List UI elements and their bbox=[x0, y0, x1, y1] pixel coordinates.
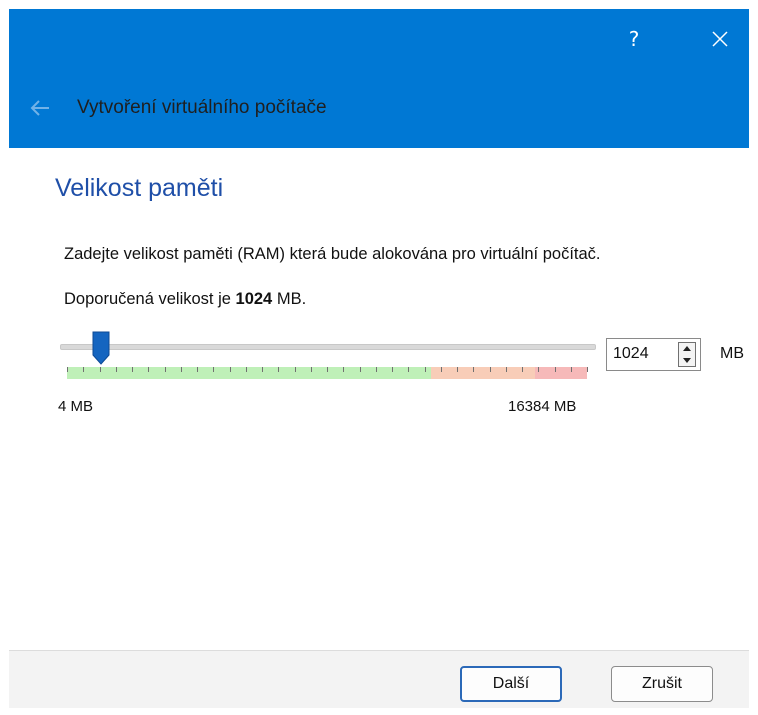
triangle-down-icon bbox=[683, 358, 691, 363]
title-bar: ? Vytvoření virtuálního počítače bbox=[9, 9, 749, 148]
slider-tick bbox=[148, 367, 150, 372]
triangle-up-icon bbox=[683, 346, 691, 351]
back-arrow-icon[interactable] bbox=[27, 95, 53, 121]
slider-tick bbox=[67, 367, 68, 372]
slider-tick bbox=[262, 367, 263, 372]
slider-tick bbox=[473, 367, 475, 372]
slider-tick bbox=[440, 367, 442, 372]
slider-tick bbox=[327, 367, 328, 372]
next-button[interactable]: Další bbox=[460, 666, 562, 702]
slider-tick bbox=[570, 367, 572, 372]
slider-tick bbox=[310, 367, 312, 372]
memory-input[interactable] bbox=[613, 345, 669, 363]
slider-tick bbox=[197, 367, 198, 372]
close-icon bbox=[712, 31, 728, 47]
recommended-prefix: Doporučená velikost je bbox=[64, 290, 231, 308]
slider-tick bbox=[554, 367, 556, 372]
window-title: Vytvoření virtuálního počítače bbox=[77, 97, 327, 118]
slider-tick bbox=[522, 367, 523, 372]
slider-tick bbox=[375, 367, 377, 372]
memory-slider-thumb[interactable] bbox=[91, 331, 111, 366]
slider-tick bbox=[229, 367, 231, 372]
slider-tick bbox=[505, 367, 507, 372]
recommended-suffix: MB. bbox=[276, 290, 307, 308]
memory-unit-label: MB bbox=[720, 345, 744, 362]
slider-tick bbox=[180, 367, 182, 372]
slider-tick bbox=[392, 367, 393, 372]
slider-tick bbox=[489, 367, 491, 372]
description-text: Zadejte velikost paměti (RAM) která bude… bbox=[64, 245, 601, 263]
slider-ticks bbox=[67, 367, 588, 373]
slider-tick bbox=[408, 367, 410, 372]
slider-tick bbox=[164, 367, 166, 372]
slider-tick bbox=[359, 367, 361, 372]
slider-tick bbox=[278, 367, 280, 372]
slider-tick bbox=[343, 367, 345, 372]
slider-tick bbox=[115, 367, 117, 372]
help-button[interactable]: ? bbox=[609, 19, 659, 59]
slider-tick bbox=[294, 367, 296, 372]
slider-tick bbox=[538, 367, 540, 372]
spin-up-button[interactable] bbox=[679, 343, 695, 354]
slider-max-label: 16384 MB bbox=[508, 398, 577, 415]
slider-tick bbox=[245, 367, 247, 372]
page-title: Velikost paměti bbox=[55, 174, 224, 202]
memory-slider-track[interactable] bbox=[60, 344, 596, 350]
slider-min-label: 4 MB bbox=[58, 398, 94, 415]
slider-tick bbox=[99, 367, 101, 372]
slider-tick bbox=[424, 367, 426, 372]
button-bar: Další Zrušit bbox=[9, 650, 749, 708]
spin-down-button[interactable] bbox=[679, 355, 695, 366]
slider-tick bbox=[457, 367, 458, 372]
memory-spinbox[interactable] bbox=[606, 338, 701, 371]
slider-tick bbox=[213, 367, 215, 372]
recommended-value: 1024 bbox=[235, 290, 273, 308]
slider-tick bbox=[83, 367, 85, 372]
wizard-content: Velikost paměti Zadejte velikost paměti … bbox=[9, 148, 749, 650]
slider-tick bbox=[587, 367, 588, 372]
cancel-button[interactable]: Zrušit bbox=[611, 666, 713, 702]
spin-buttons bbox=[678, 342, 696, 367]
recommended-size-text: Doporučená velikost je 1024 MB. bbox=[64, 290, 306, 309]
close-button[interactable] bbox=[695, 19, 745, 59]
slider-tick bbox=[132, 367, 133, 372]
